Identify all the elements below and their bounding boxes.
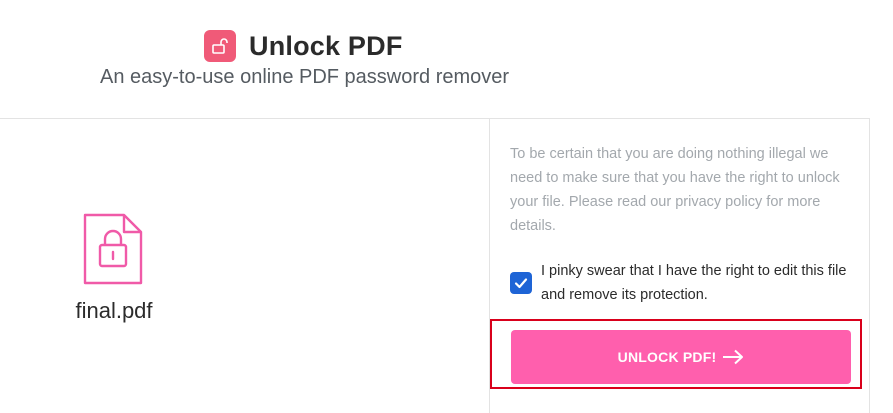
arrow-right-icon <box>722 349 744 365</box>
checkmark-icon <box>514 278 528 289</box>
unlock-pdf-button[interactable]: UNLOCK PDF! <box>511 330 851 384</box>
unlock-icon <box>204 30 236 62</box>
header-divider <box>0 118 870 119</box>
legal-notice: To be certain that you are doing nothing… <box>510 146 840 234</box>
consent-label[interactable]: I pinky swear that I have the right to e… <box>541 259 855 307</box>
page-title: Unlock PDF <box>249 30 403 61</box>
title-row: Unlock PDF <box>204 30 403 62</box>
unlock-button-label: UNLOCK PDF! <box>617 349 717 365</box>
consent-row[interactable]: I pinky swear that I have the right to e… <box>510 259 855 307</box>
panel-edge <box>869 118 870 413</box>
file-name: final.pdf <box>75 298 153 323</box>
page-subtitle: An easy-to-use online PDF password remov… <box>100 66 510 88</box>
consent-checkbox[interactable] <box>510 272 532 294</box>
unlock-pdf-page: Unlock PDF An easy-to-use online PDF pas… <box>0 0 893 413</box>
locked-file-icon <box>82 212 144 286</box>
